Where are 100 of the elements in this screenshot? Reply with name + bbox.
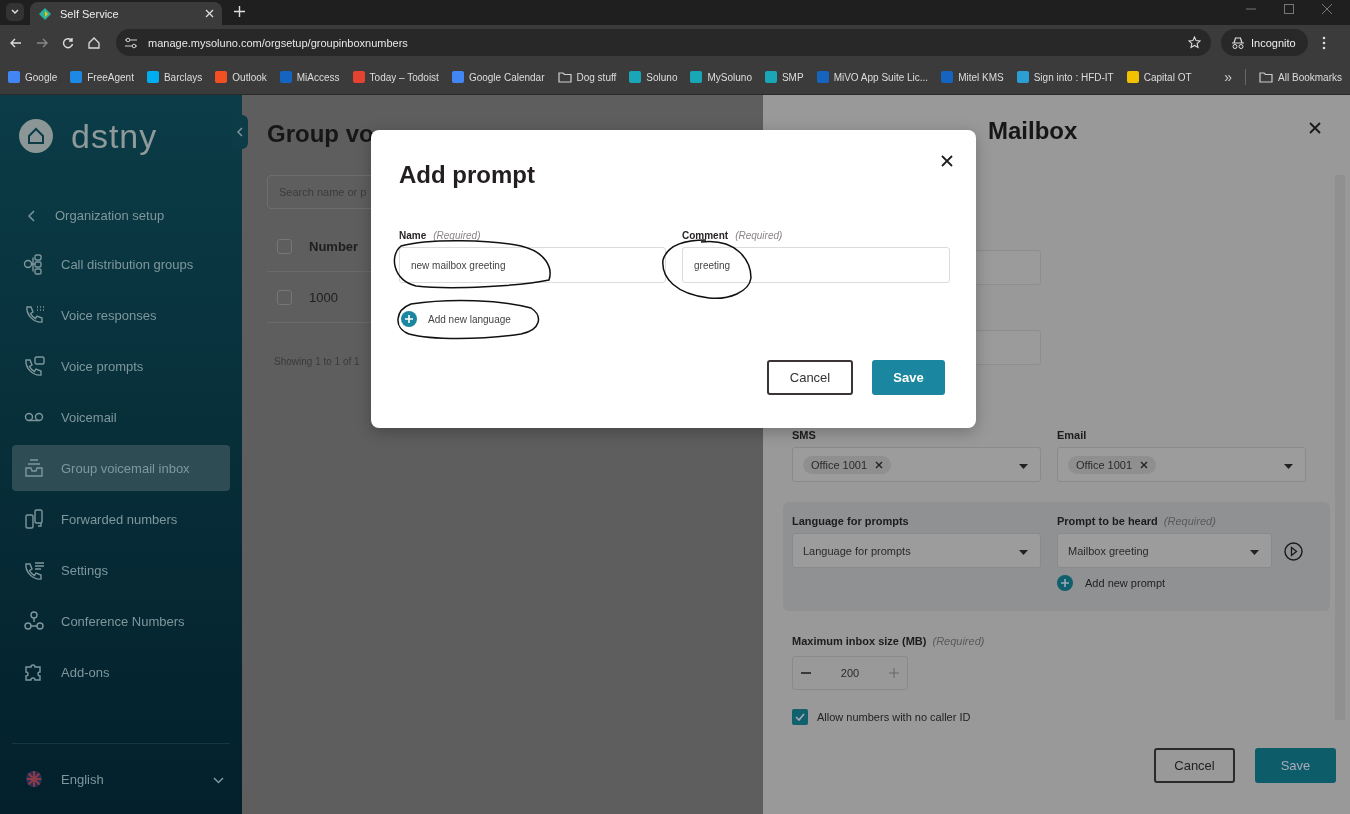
dialog-title: Add prompt	[399, 160, 535, 190]
nav-item[interactable]: Settings	[12, 547, 230, 593]
check-icon	[795, 713, 805, 721]
phone-icon	[23, 355, 45, 377]
bookmark[interactable]: SMP	[764, 71, 804, 83]
incognito-icon	[1231, 36, 1245, 49]
more-bookmarks-button[interactable]: »	[1224, 69, 1233, 85]
nav-item[interactable]: Conference Numbers	[12, 598, 230, 644]
close-icon	[1140, 460, 1149, 469]
chevron-down-icon	[11, 9, 19, 15]
select-field[interactable]: Office 1001	[792, 447, 1041, 482]
checkbox-label: Allow numbers with no caller ID	[817, 711, 971, 723]
caret-down-icon	[1019, 463, 1028, 469]
field-label: Name	[399, 229, 427, 241]
required-hint: (Required)	[735, 229, 783, 241]
chevron-down-icon	[213, 776, 224, 784]
home-icon	[19, 119, 53, 153]
required-hint: (Required)	[433, 229, 481, 241]
reload-icon	[62, 36, 74, 49]
profile-button[interactable]: Incognito	[1221, 29, 1308, 56]
browser-tab[interactable]: Self Service	[30, 2, 222, 25]
plus-circle-icon	[1057, 575, 1073, 591]
field-label: Comment	[682, 229, 729, 241]
bookmark[interactable]: Mitel KMS	[941, 71, 1004, 83]
tab-list-button[interactable]	[6, 3, 24, 21]
plus-icon	[234, 6, 245, 17]
bookmark[interactable]: MySoluno	[690, 71, 752, 83]
close-icon	[205, 9, 214, 18]
bookmark[interactable]: Capital OT	[1126, 71, 1192, 83]
folder-icon	[557, 71, 572, 83]
inbox-icon	[23, 457, 45, 479]
tune-icon	[124, 36, 138, 49]
back-link[interactable]: Organization setup	[0, 190, 242, 241]
bookmark[interactable]: Outlook	[215, 71, 267, 83]
number-stepper[interactable]: 200	[792, 656, 908, 690]
panel-title: Mailbox	[988, 116, 1078, 146]
add-prompt-button[interactable]: Add new prompt	[1057, 575, 1272, 591]
field-label: Email	[1057, 428, 1088, 443]
bookmark[interactable]: MiVO App Suite Lic...	[816, 71, 929, 83]
field-label: SMS	[792, 428, 817, 443]
bookmark[interactable]: Dog stuff	[557, 71, 617, 83]
add-language-button[interactable]: Add new language	[399, 311, 511, 327]
field-label: Prompt to be heard	[1057, 515, 1158, 527]
text-field[interactable]: greeting	[682, 247, 950, 283]
text-field[interactable]: new mailbox greeting	[399, 247, 666, 283]
close-icon	[875, 460, 884, 469]
tag-chip[interactable]: Office 1001	[1068, 455, 1157, 474]
select-field[interactable]: Office 1001	[1057, 447, 1306, 482]
menu-icon	[1321, 35, 1326, 50]
checkbox[interactable]	[792, 709, 808, 725]
bookmark[interactable]: All Bookmarks	[1259, 71, 1342, 83]
chevron-left-icon	[28, 209, 35, 222]
diamond-icon	[38, 6, 52, 21]
flag-icon	[25, 770, 43, 788]
nav-item[interactable]: Voice prompts	[12, 343, 230, 389]
folder-icon	[1259, 71, 1274, 83]
select-field[interactable]: Language for prompts	[792, 533, 1041, 568]
phone-icon	[23, 304, 45, 326]
bookmark[interactable]: Soluno	[629, 71, 678, 83]
cancel-button[interactable]: Cancel	[767, 360, 853, 395]
checkbox[interactable]	[277, 289, 292, 305]
nav-item[interactable]: Voice responses	[12, 292, 230, 338]
nav-item[interactable]: Call distribution groups	[12, 241, 230, 287]
caret-down-icon	[1284, 463, 1293, 469]
required-hint: (Required)	[932, 635, 985, 647]
required-hint: (Required)	[1163, 515, 1216, 527]
bookmark[interactable]: Google	[8, 71, 58, 83]
nav-item[interactable]: Add-ons	[12, 649, 230, 695]
nav-item[interactable]: Voicemail	[12, 394, 230, 440]
bookmark[interactable]: MiAccess	[279, 71, 340, 83]
checkbox[interactable]	[277, 238, 292, 254]
star-icon	[1188, 36, 1201, 49]
language-selector[interactable]: English	[12, 743, 230, 814]
close-icon	[1322, 3, 1332, 14]
save-button[interactable]: Save	[872, 360, 945, 395]
field-label: Maximum inbox size (MB)	[792, 635, 927, 647]
bookmark[interactable]: FreeAgent	[70, 71, 134, 83]
select-field[interactable]: Mailbox greeting	[1057, 533, 1272, 568]
nodes-icon	[23, 253, 45, 275]
chevron-left-icon	[237, 127, 243, 137]
close-icon	[1309, 122, 1321, 134]
play-icon	[1284, 542, 1303, 561]
bookmark[interactable]: Sign into : HFD-IT	[1016, 71, 1114, 83]
back-icon	[10, 36, 22, 49]
bookmark[interactable]: Today – Todoist	[352, 71, 439, 83]
minus-icon	[801, 672, 811, 674]
logo: dstny	[71, 116, 158, 156]
plus-icon	[889, 668, 899, 678]
tag-chip[interactable]: Office 1001	[803, 455, 892, 474]
field-label: Language for prompts	[792, 514, 910, 529]
address-bar[interactable]: manage.mysoluno.com/orgsetup/groupinboxnumbers	[116, 29, 1211, 56]
forward-icon	[36, 36, 48, 49]
home-icon	[88, 36, 100, 49]
people-icon	[23, 610, 45, 632]
bookmark[interactable]: Google Calendar	[451, 71, 545, 83]
nav-item[interactable]: Forwarded numbers	[12, 496, 230, 542]
bookmark[interactable]: Barclays	[146, 71, 203, 83]
plus-circle-icon	[401, 311, 417, 327]
cancel-button[interactable]: Cancel	[1154, 748, 1235, 783]
maximize-icon	[1284, 3, 1294, 14]
